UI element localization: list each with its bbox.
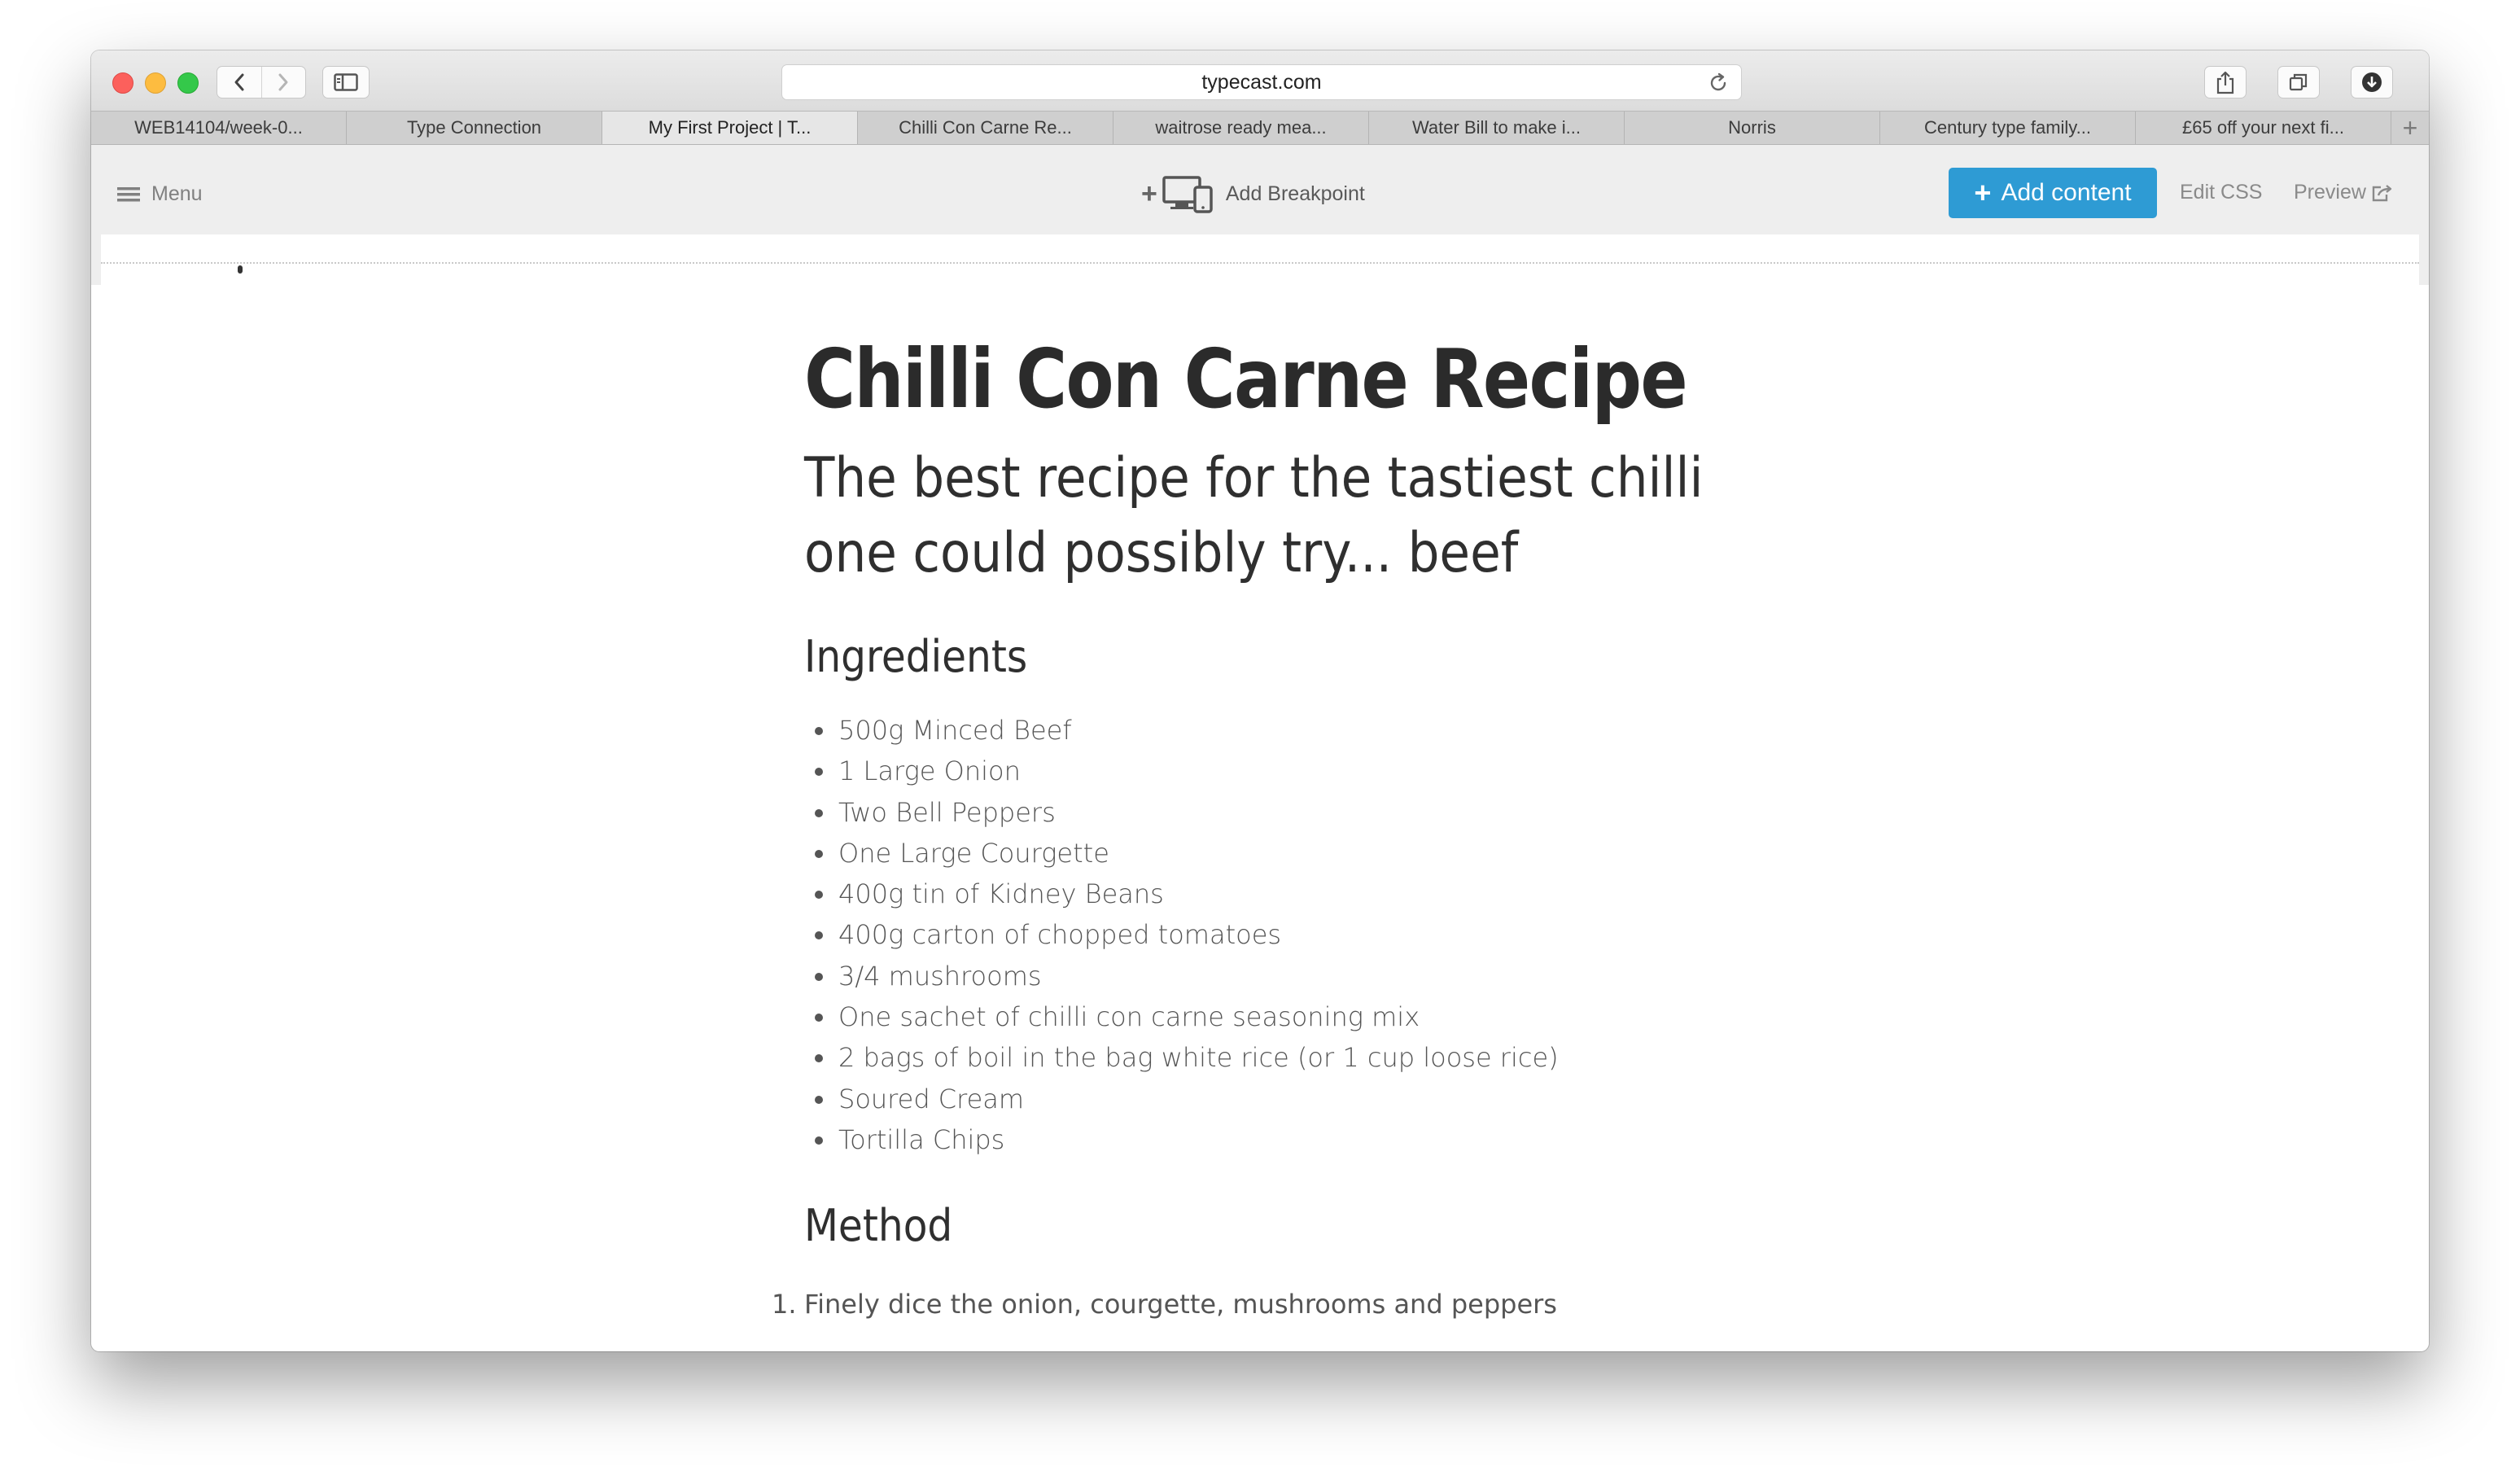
history-navigation	[217, 66, 306, 99]
text-fragment	[238, 265, 243, 274]
add-breakpoint-label: Add Breakpoint	[1225, 182, 1365, 205]
list-item: 3/4 mushrooms	[837, 956, 1781, 996]
page-subtitle: The best recipe for the tastiest chilli …	[804, 446, 1704, 585]
sidebar-icon	[334, 73, 358, 91]
method-heading: Method	[804, 1200, 953, 1252]
address-bar[interactable]: typecast.com	[781, 64, 1742, 100]
downloads-button[interactable]	[2351, 66, 2393, 99]
browser-tab[interactable]: Century type family...	[1880, 112, 2136, 144]
browser-tab[interactable]: £65 off your next fi...	[2136, 112, 2391, 144]
ingredients-list: 500g Minced Beef 1 Large Onion Two Bell …	[804, 710, 1781, 1160]
list-item: 2 bags of boil in the bag white rice (or…	[837, 1037, 1781, 1078]
minimize-window-button[interactable]	[145, 72, 166, 94]
page-title: Chilli Con Carne Recipe	[804, 331, 1688, 427]
step-number: 1.	[772, 1289, 797, 1320]
step-text: Finely dice the onion, courgette, mushro…	[804, 1289, 1557, 1320]
maximize-window-button[interactable]	[177, 72, 199, 94]
design-canvas: Chilli Con Carne Recipe The best recipe …	[101, 234, 2419, 1351]
ingredients-heading: Ingredients	[804, 631, 1028, 682]
edit-css-button[interactable]: Edit CSS	[2180, 181, 2262, 204]
preview-button[interactable]: Preview	[2294, 181, 2394, 204]
list-item: One Large Courgette	[837, 833, 1781, 874]
url-text: typecast.com	[1201, 71, 1322, 94]
list-item: Two Bell Peppers	[837, 792, 1781, 833]
list-item: 400g carton of chopped tomatoes	[837, 914, 1781, 955]
method-list: 1. Finely dice the onion, courgette, mus…	[772, 1284, 1781, 1325]
forward-icon	[278, 73, 288, 91]
hamburger-icon	[117, 186, 140, 201]
list-item: One sachet of chilli con carne seasoning…	[837, 996, 1781, 1037]
menu-label: Menu	[151, 182, 203, 205]
back-button[interactable]	[217, 67, 261, 98]
forward-button[interactable]	[260, 67, 306, 98]
sidebar-toggle-button[interactable]	[322, 66, 370, 99]
browser-tab-active[interactable]: My First Project | T...	[602, 112, 858, 144]
list-item: 400g tin of Kidney Beans	[837, 874, 1781, 914]
browser-tab[interactable]: waitrose ready mea...	[1113, 112, 1369, 144]
reload-icon[interactable]	[1707, 72, 1730, 94]
close-window-button[interactable]	[112, 72, 133, 94]
preview-label: Preview	[2294, 181, 2366, 204]
list-item: 500g Minced Beef	[837, 710, 1781, 751]
browser-tab[interactable]: Type Connection	[347, 112, 602, 144]
devices-icon	[1162, 176, 1213, 213]
list-item: Tortilla Chips	[837, 1119, 1781, 1160]
show-tabs-button[interactable]	[2277, 66, 2320, 99]
list-item: 1 Large Onion	[837, 751, 1781, 791]
menu-button[interactable]: Menu	[117, 182, 203, 206]
add-content-label: Add content	[2001, 179, 2132, 206]
plus-icon: +	[1141, 177, 1157, 209]
back-icon	[234, 73, 244, 91]
new-tab-button[interactable]: +	[2391, 112, 2429, 144]
share-button[interactable]	[2204, 66, 2247, 99]
tab-bar: WEB14104/week-0... Type Connection My Fi…	[91, 111, 2429, 145]
browser-toolbar: typecast.com	[91, 50, 2429, 111]
plus-icon: +	[1974, 176, 1992, 209]
add-breakpoint-button[interactable]: + Add Breakpoint	[1141, 174, 1365, 213]
recipe-content: Chilli Con Carne Recipe The best recipe …	[772, 331, 1781, 1325]
browser-tab[interactable]: WEB14104/week-0...	[91, 112, 347, 144]
browser-tab[interactable]: Chilli Con Carne Re...	[858, 112, 1113, 144]
breakpoint-divider	[101, 262, 2419, 264]
share-icon	[2216, 71, 2234, 94]
list-item: Soured Cream	[837, 1079, 1781, 1119]
add-content-button[interactable]: + Add content	[1949, 168, 2157, 218]
download-icon	[2362, 72, 2382, 92]
browser-tab[interactable]: Norris	[1625, 112, 1880, 144]
method-step: 1. Finely dice the onion, courgette, mus…	[772, 1284, 1781, 1325]
external-link-icon	[2372, 184, 2392, 201]
browser-tab[interactable]: Water Bill to make i...	[1369, 112, 1625, 144]
browser-window: typecast.com WEB14104/week-0... Type Con…	[91, 50, 2429, 1351]
tabs-icon	[2289, 73, 2308, 91]
